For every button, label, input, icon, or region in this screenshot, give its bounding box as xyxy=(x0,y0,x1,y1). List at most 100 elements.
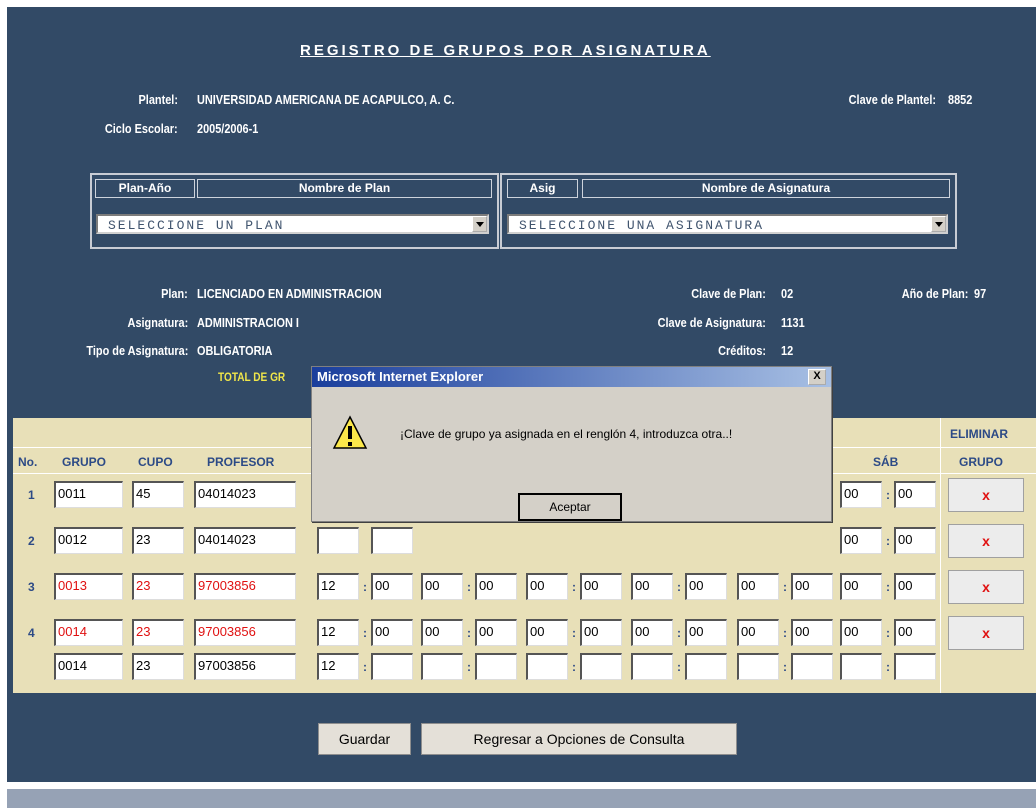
minute-input[interactable]: 00 xyxy=(791,619,833,646)
clave-asignatura-label: Clave de Asignatura: xyxy=(657,315,766,330)
sab-minute-input[interactable]: 00 xyxy=(894,527,936,554)
minute-input[interactable] xyxy=(580,653,622,680)
minute-input[interactable]: 00 xyxy=(475,619,517,646)
cupo-input[interactable]: 45 xyxy=(132,481,184,508)
plan-value: LICENCIADO EN ADMINISTRACION xyxy=(197,286,382,301)
time-separator: : xyxy=(677,580,681,594)
chevron-down-icon[interactable] xyxy=(472,216,487,232)
minute-input[interactable] xyxy=(894,653,936,680)
cupo-input[interactable]: 23 xyxy=(132,573,184,600)
sab-hour-input[interactable]: 00 xyxy=(840,481,882,508)
time-separator: : xyxy=(886,534,890,548)
plantel-value: UNIVERSIDAD AMERICANA DE ACAPULCO, A. C. xyxy=(197,92,455,107)
time-input[interactable] xyxy=(317,527,359,554)
header-no: No. xyxy=(18,455,38,469)
anio-plan-label: Año de Plan: xyxy=(901,286,968,301)
profesor-input[interactable]: 04014023 xyxy=(194,481,296,508)
time-separator: : xyxy=(677,626,681,640)
profesor-input[interactable]: 97003856 xyxy=(194,619,296,646)
minute-input[interactable]: 00 xyxy=(580,573,622,600)
time-input[interactable] xyxy=(371,527,413,554)
hour-input[interactable]: 00 xyxy=(526,573,568,600)
alert-dialog: Microsoft Internet Explorer X ¡Clave de … xyxy=(311,366,832,522)
minute-input[interactable]: 00 xyxy=(791,573,833,600)
hour-input[interactable]: 00 xyxy=(840,619,882,646)
delete-row-button[interactable]: x xyxy=(948,524,1024,558)
time-separator: : xyxy=(886,660,890,674)
guardar-button[interactable]: Guardar xyxy=(318,723,411,755)
asig-code-header: Asig xyxy=(507,179,578,198)
header-cupo: CUPO xyxy=(138,455,173,469)
hour-input[interactable]: 00 xyxy=(631,573,673,600)
grupo-input[interactable]: 0012 xyxy=(54,527,123,554)
profesor-input[interactable]: 04014023 xyxy=(194,527,296,554)
hour-input[interactable]: 12 xyxy=(317,573,359,600)
grupo-input[interactable]: 0014 xyxy=(54,619,123,646)
grupo-input[interactable]: 0011 xyxy=(54,481,123,508)
hour-input[interactable] xyxy=(526,653,568,680)
delete-row-button[interactable]: x xyxy=(948,478,1024,512)
close-icon[interactable]: X xyxy=(808,369,826,385)
grupo-input[interactable]: 0013 xyxy=(54,573,123,600)
plan-select[interactable]: SELECCIONE UN PLAN xyxy=(96,214,489,234)
dialog-message: ¡Clave de grupo ya asignada en el rengló… xyxy=(400,427,733,441)
time-separator: : xyxy=(886,488,890,502)
hour-input[interactable] xyxy=(737,653,779,680)
clave-plan-value: 02 xyxy=(781,286,794,301)
minute-input[interactable]: 00 xyxy=(371,573,413,600)
minute-input[interactable] xyxy=(371,653,413,680)
hour-input[interactable]: 00 xyxy=(737,619,779,646)
bottom-bar xyxy=(7,789,1036,808)
minute-input[interactable]: 00 xyxy=(685,573,727,600)
chevron-down-icon[interactable] xyxy=(931,216,946,232)
profesor-input[interactable]: 97003856 xyxy=(194,653,296,680)
cupo-input[interactable]: 23 xyxy=(132,653,184,680)
time-separator: : xyxy=(783,580,787,594)
clave-asignatura-value: 1131 xyxy=(781,315,805,330)
hour-input[interactable]: 00 xyxy=(526,619,568,646)
minute-input[interactable] xyxy=(791,653,833,680)
dialog-titlebar: Microsoft Internet Explorer X xyxy=(312,367,831,387)
minute-input[interactable]: 00 xyxy=(894,619,936,646)
hour-input[interactable]: 12 xyxy=(317,653,359,680)
page-title: REGISTRO DE GRUPOS POR ASIGNATURA xyxy=(300,42,711,59)
hour-input[interactable] xyxy=(421,653,463,680)
clave-plantel-label: Clave de Plantel: xyxy=(848,92,936,107)
grupo-input[interactable]: 0014 xyxy=(54,653,123,680)
minute-input[interactable] xyxy=(685,653,727,680)
hour-input[interactable] xyxy=(631,653,673,680)
hour-input[interactable]: 00 xyxy=(421,573,463,600)
regresar-button[interactable]: Regresar a Opciones de Consulta xyxy=(421,723,737,755)
aceptar-button[interactable]: Aceptar xyxy=(518,493,622,521)
asig-name-header: Nombre de Asignatura xyxy=(582,179,950,198)
minute-input[interactable]: 00 xyxy=(894,573,936,600)
hour-input[interactable]: 00 xyxy=(840,573,882,600)
minute-input[interactable]: 00 xyxy=(475,573,517,600)
table-divider xyxy=(940,418,941,693)
sab-minute-input[interactable]: 00 xyxy=(894,481,936,508)
time-separator: : xyxy=(363,660,367,674)
time-separator: : xyxy=(363,626,367,640)
time-separator: : xyxy=(572,580,576,594)
delete-row-button[interactable]: x xyxy=(948,616,1024,650)
plan-name-header: Nombre de Plan xyxy=(197,179,492,198)
plan-select-value: SELECCIONE UN PLAN xyxy=(108,218,285,233)
hour-input[interactable]: 00 xyxy=(737,573,779,600)
hour-input[interactable]: 00 xyxy=(421,619,463,646)
delete-row-button[interactable]: x xyxy=(948,570,1024,604)
hour-input[interactable]: 12 xyxy=(317,619,359,646)
tipo-value: OBLIGATORIA xyxy=(197,343,273,358)
time-separator: : xyxy=(467,580,471,594)
clave-plan-label: Clave de Plan: xyxy=(691,286,766,301)
hour-input[interactable]: 00 xyxy=(631,619,673,646)
cupo-input[interactable]: 23 xyxy=(132,527,184,554)
minute-input[interactable] xyxy=(475,653,517,680)
minute-input[interactable]: 00 xyxy=(580,619,622,646)
profesor-input[interactable]: 97003856 xyxy=(194,573,296,600)
minute-input[interactable]: 00 xyxy=(371,619,413,646)
hour-input[interactable] xyxy=(840,653,882,680)
asig-select[interactable]: SELECCIONE UNA ASIGNATURA xyxy=(507,214,948,234)
cupo-input[interactable]: 23 xyxy=(132,619,184,646)
minute-input[interactable]: 00 xyxy=(685,619,727,646)
sab-hour-input[interactable]: 00 xyxy=(840,527,882,554)
